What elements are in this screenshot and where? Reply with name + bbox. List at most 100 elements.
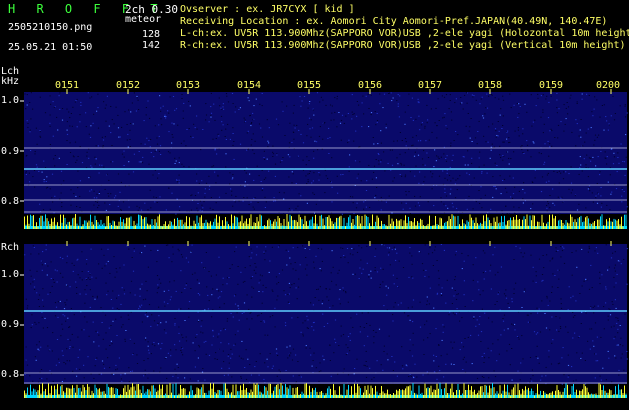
level-bar <box>447 221 448 229</box>
noise-pixel <box>210 106 212 108</box>
noise-pixel <box>454 314 456 316</box>
noise-pixel <box>529 321 531 323</box>
noise-pixel <box>374 111 376 113</box>
level-bar <box>196 215 198 229</box>
noise-pixel <box>488 95 490 97</box>
noise-pixel <box>545 327 548 329</box>
level-bar <box>388 394 390 398</box>
noise-pixel <box>479 103 481 105</box>
noise-pixel <box>131 102 133 104</box>
level-bar <box>597 219 598 229</box>
level-bar <box>565 383 567 398</box>
noise-pixel <box>287 154 289 156</box>
level-bar <box>117 225 118 229</box>
level-bar <box>43 391 45 398</box>
level-bar <box>421 392 423 398</box>
noise-pixel <box>439 370 441 372</box>
noise-pixel <box>56 116 58 118</box>
noise-pixel <box>287 210 289 212</box>
noise-pixel <box>438 277 440 279</box>
noise-pixel <box>572 312 574 313</box>
noise-pixel <box>401 365 404 367</box>
noise-pixel <box>107 248 109 250</box>
noise-pixel <box>401 140 403 141</box>
noise-pixel <box>154 345 156 347</box>
noise-pixel <box>167 303 169 305</box>
noise-pixel <box>620 143 622 145</box>
noise-pixel <box>227 355 229 357</box>
noise-pixel <box>185 336 187 338</box>
level-bar <box>498 393 499 398</box>
noise-pixel <box>349 339 351 341</box>
noise-pixel <box>146 316 148 318</box>
level-bar <box>372 388 373 398</box>
level-bar <box>625 393 627 398</box>
noise-pixel <box>379 103 381 105</box>
noise-pixel <box>368 108 370 109</box>
noise-pixel <box>382 107 384 109</box>
noise-pixel <box>503 329 505 331</box>
level-bar <box>108 216 109 229</box>
noise-pixel <box>453 140 455 141</box>
noise-pixel <box>593 108 595 110</box>
noise-pixel <box>279 379 281 381</box>
level-bar <box>358 386 360 398</box>
noise-pixel <box>69 117 71 119</box>
noise-pixel <box>304 320 306 322</box>
noise-pixel <box>208 354 211 356</box>
noise-pixel <box>572 295 574 297</box>
noise-pixel <box>453 295 455 297</box>
noise-pixel <box>110 132 112 134</box>
level-bar <box>520 226 522 229</box>
noise-pixel <box>243 311 245 313</box>
noise-pixel <box>454 276 456 278</box>
noise-pixel <box>127 133 129 135</box>
noise-pixel <box>554 204 556 206</box>
noise-pixel <box>531 380 533 382</box>
level-bar <box>510 217 511 229</box>
noise-pixel <box>210 275 212 277</box>
noise-pixel <box>412 136 414 138</box>
noise-pixel <box>432 265 434 266</box>
noise-pixel <box>220 330 222 332</box>
noise-pixel <box>319 286 321 288</box>
noise-pixel <box>575 250 577 252</box>
noise-pixel <box>284 135 286 136</box>
noise-pixel <box>290 263 292 265</box>
noise-pixel <box>252 287 255 289</box>
noise-pixel <box>313 193 315 195</box>
noise-pixel <box>524 103 526 105</box>
noise-pixel <box>451 119 453 121</box>
noise-pixel <box>229 138 231 140</box>
noise-pixel <box>423 150 425 152</box>
noise-pixel <box>579 293 581 294</box>
noise-pixel <box>568 173 570 175</box>
noise-pixel <box>176 181 179 183</box>
noise-pixel <box>89 273 91 275</box>
noise-pixel <box>299 264 301 266</box>
noise-pixel <box>618 369 620 371</box>
level-bar <box>526 214 528 229</box>
noise-pixel <box>239 107 241 109</box>
noise-pixel <box>349 196 352 198</box>
level-bar <box>448 393 450 398</box>
noise-pixel <box>249 173 251 175</box>
level-bar <box>258 221 259 229</box>
noise-pixel <box>53 106 55 108</box>
noise-pixel <box>75 281 77 283</box>
noise-pixel <box>185 282 188 284</box>
noise-pixel <box>462 108 464 110</box>
noise-pixel <box>130 371 132 372</box>
noise-pixel <box>423 354 425 355</box>
noise-pixel <box>207 308 209 310</box>
level-bar <box>393 221 394 229</box>
noise-pixel <box>567 106 570 108</box>
noise-pixel <box>613 276 615 278</box>
noise-pixel <box>438 345 440 346</box>
noise-pixel <box>144 245 146 247</box>
noise-pixel <box>363 201 365 203</box>
noise-pixel <box>95 277 97 279</box>
level-bar <box>334 390 336 398</box>
noise-pixel <box>446 172 448 174</box>
level-bar <box>264 386 265 398</box>
